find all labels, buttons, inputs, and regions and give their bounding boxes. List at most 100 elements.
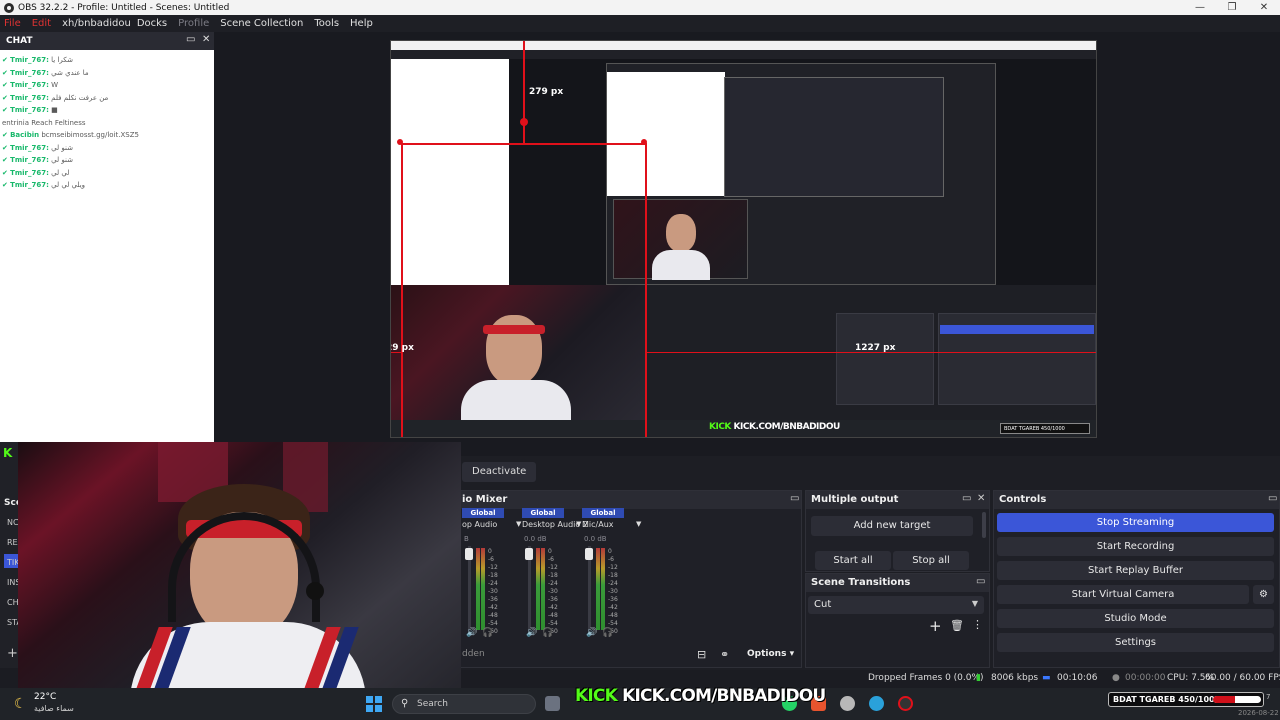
task-view-icon[interactable] — [545, 696, 560, 711]
chevron-down-icon[interactable]: ▼ — [516, 520, 521, 528]
float-dock-icon[interactable]: ▭ — [186, 34, 195, 45]
volume-scale-tick: -30 — [548, 588, 558, 595]
add-new-target-button[interactable]: Add new target — [811, 516, 973, 536]
transition-menu-icon[interactable]: ⋮ — [972, 618, 983, 631]
maximize-button[interactable]: ❐ — [1216, 0, 1248, 15]
chat-username[interactable]: Tmir_767: — [10, 69, 49, 77]
start-all-button[interactable]: Start all — [815, 551, 891, 570]
channel-name[interactable]: Mic/Aux — [582, 520, 614, 529]
virtual-camera-settings-button[interactable]: ⚙ — [1253, 585, 1274, 604]
multiple-output-title: Multiple output — [811, 494, 899, 505]
menu-scene-collection[interactable]: Scene Collection — [220, 18, 303, 29]
volume-scale-tick: -6 — [488, 556, 494, 563]
stop-streaming-button[interactable]: Stop Streaming — [997, 513, 1274, 532]
mixer-layout-icon[interactable]: ⊟ — [697, 648, 706, 661]
chat-username[interactable]: Bacibin — [10, 131, 39, 139]
mute-icon[interactable]: 🔊 — [526, 628, 537, 638]
menu-profile[interactable]: Profile — [178, 18, 209, 29]
add-transition-icon[interactable]: + — [929, 617, 942, 635]
measure-line-left — [401, 143, 403, 437]
window-title: OBS 32.2.2 - Profile: Untitled - Scenes:… — [18, 2, 230, 13]
chat-dock-header: CHAT ▭ ✕ — [0, 32, 214, 50]
preview-kick-banner: KICK KICK.COM/BNBADIDOU — [709, 422, 840, 432]
telegram-icon[interactable] — [869, 696, 884, 711]
chevron-down-icon: ▼ — [971, 599, 978, 608]
mute-icon[interactable]: 🔊 — [586, 628, 597, 638]
monitor-icon[interactable]: 🎧 — [482, 628, 493, 638]
volume-meter — [541, 548, 545, 630]
monitor-icon[interactable]: 🎧 — [542, 628, 553, 638]
title-bar: OBS 32.2.2 - Profile: Untitled - Scenes:… — [0, 0, 1280, 15]
float-dock-icon[interactable]: ▭ — [790, 493, 799, 504]
bitrate: 8006 kbps — [991, 673, 1039, 683]
start-button[interactable] — [366, 696, 382, 712]
taskbar-search[interactable]: ⚲ Search — [392, 694, 536, 714]
multiple-output-scrollbar[interactable] — [982, 512, 986, 538]
chevron-down-icon[interactable]: ▼ — [636, 520, 641, 528]
volume-scale-tick: -54 — [608, 620, 618, 627]
close-button[interactable]: ✕ — [1248, 0, 1280, 15]
minimize-button[interactable]: — — [1184, 0, 1216, 15]
menu-file[interactable]: File — [4, 18, 21, 29]
chat-message-text: bcmseibimosst.gg/loit.XSZ5 — [41, 131, 139, 139]
measure-handle-corner[interactable] — [397, 139, 403, 145]
program-preview[interactable]: KICK KICK.COM/BNBADIDOU BDAT TGAREB 450/… — [390, 40, 1097, 438]
studio-mode-button[interactable]: Studio Mode — [997, 609, 1274, 628]
chat-message-text: شكرا يا — [51, 56, 74, 64]
mixer-options-button[interactable]: Options ▾ — [747, 649, 794, 659]
weather-temp: 22°C — [34, 692, 57, 702]
obs-taskbar-icon[interactable] — [898, 696, 913, 711]
volume-fader-handle[interactable] — [585, 548, 593, 560]
close-dock-icon[interactable]: ✕ — [202, 34, 210, 45]
menu-tools[interactable]: Tools — [314, 18, 339, 29]
chat-message-text: من عرفت نكلم فلم — [51, 93, 109, 102]
close-dock-icon[interactable]: ✕ — [977, 493, 985, 504]
chat-username[interactable]: Tmir_767: — [10, 181, 49, 189]
volume-fader-handle[interactable] — [525, 548, 533, 560]
mixer-link-icon[interactable]: ⚭ — [720, 648, 729, 661]
scene-item[interactable]: CH — [7, 598, 19, 607]
measure-handle-corner-right[interactable] — [641, 139, 647, 145]
chat-username[interactable]: Tmir_767: — [10, 169, 49, 177]
menu-help[interactable]: Help — [350, 18, 373, 29]
remove-transition-icon[interactable]: 🗑 — [950, 619, 964, 632]
verified-badge-icon: ✔ — [2, 93, 11, 102]
nested-shirt — [652, 250, 710, 280]
hidden-label: dden — [462, 649, 485, 659]
settings-app-icon[interactable] — [840, 696, 855, 711]
deactivate-button[interactable]: Deactivate — [462, 462, 537, 482]
settings-button[interactable]: Settings — [997, 633, 1274, 652]
verified-badge-icon: ✔ — [2, 168, 11, 177]
chat-username[interactable]: Tmir_767: — [10, 56, 49, 64]
preview-camera — [391, 285, 646, 425]
start-virtual-camera-button[interactable]: Start Virtual Camera — [997, 585, 1249, 604]
start-recording-button[interactable]: Start Recording — [997, 537, 1274, 556]
chat-username[interactable]: Tmir_767: — [10, 156, 49, 164]
measure-handle-top[interactable] — [520, 118, 528, 126]
mute-icon[interactable]: 🔊 — [466, 628, 477, 638]
channel-name[interactable]: op Audio — [462, 520, 497, 529]
float-dock-icon[interactable]: ▭ — [976, 576, 985, 587]
menu-edit[interactable]: Edit — [32, 18, 51, 29]
chat-username[interactable]: Tmir_767: — [10, 81, 49, 89]
chat-username[interactable]: Tmir_767: — [10, 144, 49, 152]
float-dock-icon[interactable]: ▭ — [962, 493, 971, 504]
measure-line-horizontal — [401, 143, 647, 145]
start-replay-buffer-button[interactable]: Start Replay Buffer — [997, 561, 1274, 580]
chat-username[interactable]: Tmir_767: — [10, 106, 49, 114]
transition-select[interactable]: Cut ▼ — [808, 596, 984, 614]
volume-fader-handle[interactable] — [465, 548, 473, 560]
add-scene-button[interactable]: + — [7, 646, 18, 661]
monitor-icon[interactable]: 🎧 — [602, 628, 613, 638]
measure-label-top: 279 px — [529, 87, 564, 97]
scene-item[interactable]: NC — [7, 518, 19, 527]
stop-all-button[interactable]: Stop all — [893, 551, 969, 570]
chevron-down-icon[interactable]: ▼ — [576, 520, 581, 528]
chat-message-text: W — [51, 81, 59, 89]
volume-scale-tick: -30 — [608, 588, 618, 595]
chat-username[interactable]: Tmir_767: — [10, 94, 49, 102]
volume-scale-tick: -12 — [488, 564, 498, 571]
verified-badge-icon: ✔ — [2, 131, 11, 139]
float-dock-icon[interactable]: ▭ — [1268, 493, 1277, 504]
menu-docks[interactable]: Docks — [137, 18, 167, 29]
